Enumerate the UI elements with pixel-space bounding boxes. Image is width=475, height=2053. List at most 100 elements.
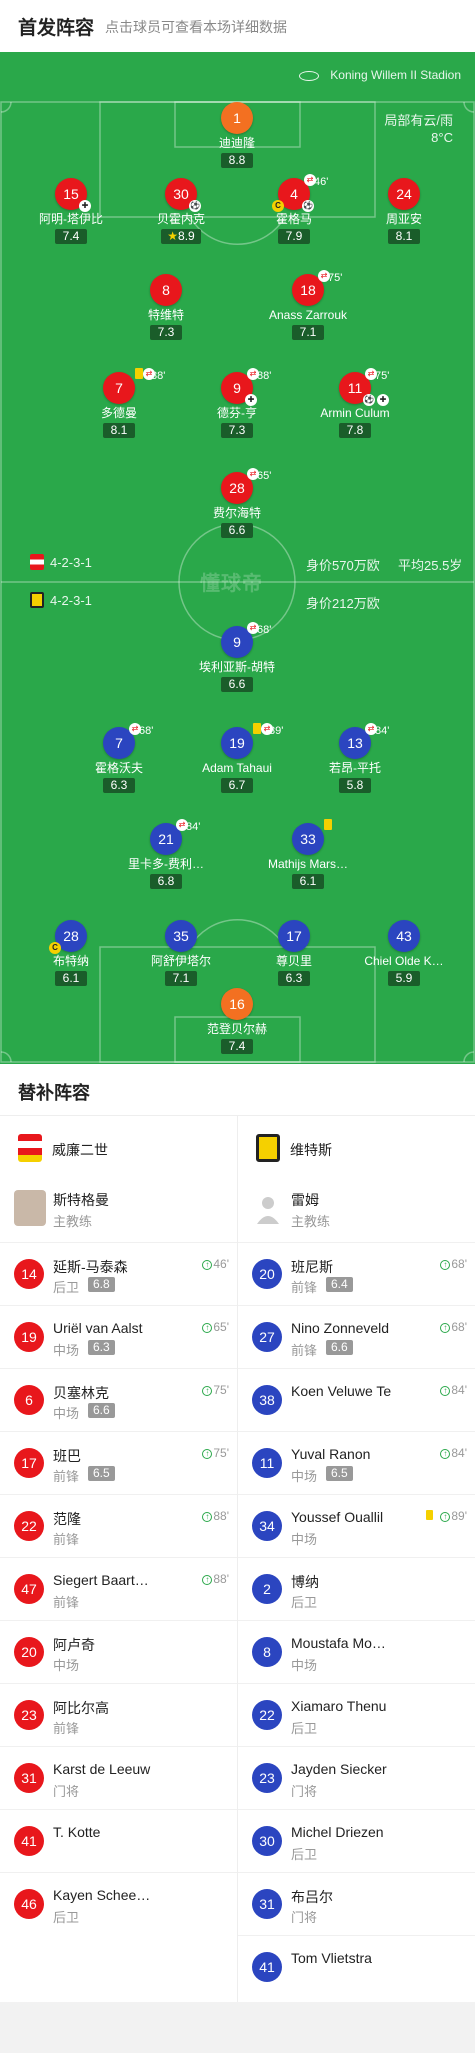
coach-avatar <box>14 1190 46 1226</box>
away-team-header[interactable]: 维特斯 <box>238 1116 475 1178</box>
player-position: 中场 <box>53 1658 80 1673</box>
home-team-value: 身价570万欧 <box>306 558 380 573</box>
away-player-7[interactable]: 7 ⇄ 68' 霍格沃夫 6.3 <box>69 723 169 794</box>
player-rating: ★8.9 <box>161 229 201 244</box>
yellow-card-icon <box>426 1510 433 1520</box>
home-team-header[interactable]: 威廉二世 <box>0 1116 237 1178</box>
away-team-value: 身价212万欧 <box>306 596 380 611</box>
player-name: 延斯-马泰森 <box>53 1259 128 1275</box>
sub-player-row[interactable]: 6 贝塞林克 中场 6.6 ↑ 75' <box>0 1368 237 1431</box>
temperature: 8°C <box>431 130 453 145</box>
yellow-card-icon <box>135 368 143 379</box>
player-number: 2 <box>252 1574 282 1604</box>
sub-player-row[interactable]: 2 博纳 后卫 <box>238 1557 475 1620</box>
player-name: 贝霍内克 <box>156 212 205 226</box>
sub-player-row[interactable]: 41 Tom Vlietstra <box>238 1935 475 1998</box>
home-formation-row: 4-2-3-1 身价570万欧 平均25.5岁 <box>0 554 475 574</box>
player-name: Tom Vlietstra <box>291 1950 372 1966</box>
sub-player-row[interactable]: 47 Siegert Baart… 前锋 ↑ 88' <box>0 1557 237 1620</box>
away-player-19[interactable]: 19 ⇄ 89' Adam Tahaui 6.7 <box>187 723 287 794</box>
sub-in-minute: 84' <box>451 1383 467 1397</box>
sub-player-row[interactable]: 27 Nino Zonneveld 前锋 6.6 ↑ 68' <box>238 1305 475 1368</box>
sub-player-row[interactable]: 31 布吕尔 门将 <box>238 1872 475 1935</box>
sub-player-row[interactable]: 34 Youssef Ouallil 中场 ↑ 89' <box>238 1494 475 1557</box>
sub-player-row[interactable]: 22 范隆 前锋 ↑ 88' <box>0 1494 237 1557</box>
player-number: 15 ✚ <box>55 178 91 212</box>
pitch: 懂球帝 Koning Willem II Stadion 局部有云/雨 8°C … <box>0 52 475 1064</box>
away-player-16[interactable]: 16 范登贝尔赫 7.4 <box>187 988 287 1055</box>
sub-player-row[interactable]: 41 T. Kotte <box>0 1809 237 1872</box>
player-rating: 6.1 <box>55 971 87 986</box>
player-number-text: 7 <box>115 380 123 396</box>
sub-player-row[interactable]: 19 Uriël van Aalst 中场 6.3 ↑ 65' <box>0 1305 237 1368</box>
sub-in-minute: 84' <box>451 1446 467 1460</box>
home-player-9[interactable]: 9 ⇄ ✚ 88' 德芬-亨 7.3 <box>187 368 287 439</box>
sub-player-row[interactable]: 31 Karst de Leeuw 门将 <box>0 1746 237 1809</box>
player-rating: 7.4 <box>55 229 87 244</box>
home-player-7[interactable]: 7 ⇄ 88' 多德曼 8.1 <box>69 368 169 439</box>
player-number: 22 <box>252 1700 282 1730</box>
player-number: 19 ⇄ <box>221 723 273 759</box>
sub-in-time: ↑ 68' <box>440 1320 467 1334</box>
player-rating: 6.3 <box>278 971 310 986</box>
player-rating: 5.9 <box>388 971 420 986</box>
away-player-9[interactable]: 9 ⇄ 68' 埃利亚斯-胡特 6.6 <box>187 622 287 693</box>
sub-player-row[interactable]: 22 Xiamaro Thenu 后卫 <box>238 1683 475 1746</box>
player-position: 后卫 <box>291 1847 318 1862</box>
player-number: 33 <box>292 819 332 855</box>
sub-player-row[interactable]: 30 Michel Driezen 后卫 <box>238 1809 475 1872</box>
home-player-30[interactable]: 30 ⚽ 贝霍内克 ★8.9 <box>131 178 231 245</box>
page-footer <box>0 2002 475 2053</box>
coach-role: 主教练 <box>291 1214 331 1229</box>
sub-player-row[interactable]: 8 Moustafa Mo… 中场 <box>238 1620 475 1683</box>
away-player-28[interactable]: 28 C 布特纳 6.1 <box>21 920 121 987</box>
coach-name: 斯特格曼 <box>53 1192 109 1208</box>
sub-player-row[interactable]: 46 Kayen Schee… 后卫 <box>0 1872 237 1935</box>
away-player-35[interactable]: 35 阿舒伊塔尔 7.1 <box>131 920 231 987</box>
home-coach[interactable]: 斯特格曼 主教练 <box>0 1178 237 1242</box>
home-player-11[interactable]: 11 ⇄ ⚽ ✚ 75' Armin Culum 7.8 <box>305 368 405 439</box>
sub-player-row[interactable]: 17 班巴 前锋 6.5 ↑ 75' <box>0 1431 237 1494</box>
sub-in-time: ↑ 75' <box>202 1446 229 1460</box>
player-position: 门将 <box>291 1784 318 1799</box>
player-number: 22 <box>14 1511 44 1541</box>
sub-player-row[interactable]: 23 Jayden Siecker 门将 <box>238 1746 475 1809</box>
sub-player-row[interactable]: 23 阿比尔高 前锋 <box>0 1683 237 1746</box>
sub-in-time: ↑ 68' <box>440 1257 467 1271</box>
home-player-4[interactable]: 4 ⇄ C ⚽ 46' 霍格马 7.9 <box>244 174 344 245</box>
home-player-24[interactable]: 24 周亚安 8.1 <box>354 178 454 245</box>
player-number: 9 ⇄ ✚ <box>221 368 259 406</box>
sub-player-row[interactable]: 14 延斯-马泰森 后卫 6.8 ↑ 46' <box>0 1242 237 1305</box>
player-name: Kayen Schee… <box>53 1887 151 1903</box>
player-name: Nino Zonneveld <box>291 1320 390 1336</box>
sub-player-row[interactable]: 20 阿卢奇 中场 <box>0 1620 237 1683</box>
away-player-21[interactable]: 21 ⇄ 84' 里卡多-费利… 6.8 <box>116 819 216 890</box>
away-player-43[interactable]: 43 Chiel Olde K… 5.9 <box>354 920 454 987</box>
player-name: 费尔海特 <box>212 506 261 520</box>
away-coach[interactable]: 雷姆 主教练 <box>238 1178 475 1242</box>
sub-player-row[interactable]: 38 Koen Veluwe Te ↑ 84' <box>238 1368 475 1431</box>
player-number: 11 ⇄ ⚽ ✚ <box>339 368 389 406</box>
player-name: Anass Zarrouk <box>268 308 348 322</box>
sub-player-row[interactable]: 11 Yuval Ranon 中场 6.5 ↑ 84' <box>238 1431 475 1494</box>
home-player-8[interactable]: 8 特维特 7.3 <box>116 274 216 341</box>
player-number: 19 <box>14 1322 44 1352</box>
away-player-17[interactable]: 17 尊贝里 6.3 <box>244 920 344 987</box>
home-player-18[interactable]: 18 ⇄ 75' Anass Zarrouk 7.1 <box>258 270 358 341</box>
player-position: 前锋 <box>53 1595 80 1610</box>
player-name: 埃利亚斯-胡特 <box>199 660 275 674</box>
home-player-28[interactable]: 28 ⇄ 65' 费尔海特 6.6 <box>187 468 287 539</box>
player-name: 范登贝尔赫 <box>206 1022 267 1036</box>
player-number: 7 ⇄ <box>103 723 141 759</box>
player-number: 23 <box>252 1763 282 1793</box>
player-rating: 6.7 <box>221 778 253 793</box>
away-formation-row: 4-2-3-1 身价212万欧 <box>0 592 475 612</box>
away-player-13[interactable]: 13 ⇄ 84' 若昂-平托 5.8 <box>305 723 405 794</box>
home-player-15[interactable]: 15 ✚ 阿明-塔伊比 7.4 <box>21 178 121 245</box>
player-number: 8 <box>150 274 182 306</box>
home-player-1[interactable]: 1 迪迪隆 8.8 <box>187 102 287 169</box>
away-player-33[interactable]: 33 Mathijs Mars… 6.1 <box>258 819 358 890</box>
player-name: Moustafa Mo… <box>291 1635 386 1651</box>
player-rating: 7.9 <box>278 229 310 244</box>
sub-player-row[interactable]: 20 班尼斯 前锋 6.4 ↑ 68' <box>238 1242 475 1305</box>
